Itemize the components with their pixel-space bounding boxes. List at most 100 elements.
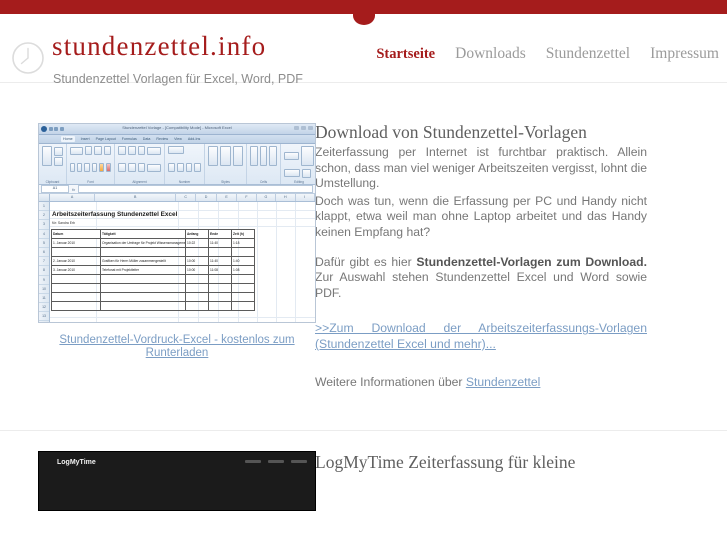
excel-worksheet-grid[interactable]: 1 2 3 4 5 6 7 8 9 10 11 12 13 Arbeitszei… (39, 202, 315, 322)
row-header-13: 13 (39, 312, 49, 322)
cell-taetigkeit: Telefonat mit Projektleiter (100, 265, 186, 275)
office-orb-icon (41, 125, 47, 132)
excel-tab-formulas: Formulas (121, 137, 137, 141)
align-bottom-icon (137, 146, 146, 155)
excel-cells-area[interactable]: Arbeitszeiterfassung Stundenzettel Excel… (50, 202, 315, 322)
table-header-ende: Ende (208, 229, 232, 239)
cell-datum: 3. Januar 2010 (51, 265, 101, 275)
excel-tab-review: Review (156, 137, 169, 141)
align-right-icon (137, 163, 146, 172)
image-caption-link[interactable]: Stundenzettel-Vordruck-Excel - kostenlos… (38, 334, 316, 360)
section-2-image-column: LogMyTime (0, 431, 316, 512)
cell-anfang: 10:00 (185, 256, 209, 266)
cell-zeit (231, 274, 255, 284)
column-header-c: C (176, 194, 197, 201)
cell-zeit (231, 301, 255, 311)
ribbon-group-cells-label: Cells (259, 180, 268, 184)
underline-icon (84, 163, 90, 172)
logmytime-screenshot-image[interactable]: LogMyTime (38, 451, 316, 512)
cell-taetigkeit (100, 274, 186, 284)
cell-datum (51, 274, 101, 284)
grid-line-h (50, 226, 315, 227)
row-header-4: 4 (39, 230, 49, 239)
shrink-font-icon (103, 146, 112, 155)
excel-formula-bar: A1 fx (39, 185, 315, 194)
excel-ribbon-tabs: Home Insert Page Layout Formulas Data Re… (39, 135, 315, 144)
table-row: 1. Januar 2010 Organisation der Umfrage … (51, 238, 255, 248)
row-header-14: 14 (39, 321, 49, 322)
delete-cells-icon (259, 146, 268, 166)
align-center-icon (127, 163, 136, 172)
excel-quick-access-toolbar (41, 125, 64, 132)
ribbon-group-styles-label: Styles (221, 180, 230, 184)
align-top-icon (118, 146, 126, 155)
cell-zeit (231, 292, 255, 302)
para3-bold: Stundenzettel-Vorlagen zum Download. (416, 254, 647, 269)
row-header-2: 2 (39, 211, 49, 221)
cell-styles-icon (232, 146, 243, 166)
nav-item-startseite[interactable]: Startseite (376, 46, 435, 63)
autosum-icon (284, 152, 300, 160)
wrap-text-icon (147, 146, 161, 155)
cell-anfang: 10:22 (185, 238, 209, 248)
table-header-row: Datum Tätigkeit Anfang Ende Zeit (h) (51, 229, 255, 239)
align-middle-icon (127, 146, 136, 155)
download-vorlagen-link[interactable]: >>Zum Download der Arbeitszeiterfassungs… (315, 321, 647, 351)
grid-line-v (295, 202, 296, 322)
nav-placeholder-icon (245, 460, 261, 464)
ribbon-group-font: Font (67, 144, 115, 184)
excel-timesheet-table: Datum Tätigkeit Anfang Ende Zeit (h) 1. … (51, 229, 255, 311)
grid-line-h (50, 218, 315, 219)
cell-ende: 11:40 (208, 256, 232, 266)
excel-name-box: A1 (41, 185, 69, 193)
cell-datum (51, 283, 101, 293)
table-header-anfang: Anfang (185, 229, 209, 239)
table-row (51, 292, 255, 302)
redo-icon (59, 126, 64, 131)
stundenzettel-link[interactable]: Stundenzettel (466, 375, 541, 389)
select-all-corner (39, 194, 50, 201)
row-header-10: 10 (39, 285, 49, 294)
nav-item-stundenzettel[interactable]: Stundenzettel (546, 45, 630, 63)
excel-tab-home: Home (61, 136, 75, 142)
section-1-paragraph-2: Doch was tun, wenn die Erfassung per PC … (315, 193, 647, 239)
grid-line-v (276, 202, 277, 322)
excel-tab-data: Data (142, 137, 151, 141)
ribbon-group-clipboard-label: Clipboard (45, 180, 60, 184)
excel-ribbon: Clipboard Font Alignment Number Styles C… (39, 144, 315, 185)
row-header-8: 8 (39, 266, 49, 276)
para3-suffix: Zur Auswahl stehen Stundenzettel Excel u… (315, 270, 647, 300)
conditional-formatting-icon (208, 146, 219, 166)
cell-taetigkeit (100, 292, 186, 302)
row-header-11: 11 (39, 294, 49, 304)
more-info-prefix: Weitere Informationen über (315, 374, 466, 389)
row-header-9: 9 (39, 276, 49, 285)
number-format-box (168, 146, 184, 154)
more-info-paragraph: Weitere Informationen über Stundenzettel (315, 375, 647, 391)
cell-zeit: 1:08 (231, 265, 255, 275)
section-2-text-column: LogMyTime Zeiterfassung für kleine (300, 431, 689, 511)
column-header-i: I (296, 194, 315, 201)
row-header-3: 3 (39, 220, 49, 230)
cell-taetigkeit: Grafiken für Herrn Müller zusammengestel… (100, 256, 186, 266)
table-row: 3. Januar 2010 Telefonat mit Projektleit… (51, 265, 255, 275)
borders-icon (91, 163, 97, 172)
grow-font-icon (94, 146, 102, 155)
table-row (51, 301, 255, 311)
site-logo-text[interactable]: stundenzettel.info (52, 31, 266, 62)
excel-thumbnail-wrapper[interactable]: Stundenzettel Vorlage - [Compatibility M… (38, 123, 316, 360)
cell-zeit (231, 283, 255, 293)
section-1-text-column: Download von Stundenzettel-Vorlagen Zeit… (300, 83, 689, 390)
nav-item-downloads[interactable]: Downloads (455, 45, 526, 63)
cell-anfang (185, 274, 209, 284)
table-header-zeit: Zeit (h) (231, 229, 255, 239)
cell-zeit: 1:40 (231, 256, 255, 266)
minimize-icon (294, 126, 299, 130)
excel-tab-insert: Insert (80, 137, 90, 141)
maximize-icon (301, 126, 306, 130)
row-header-12: 12 (39, 303, 49, 313)
excel-screenshot-image[interactable]: Stundenzettel Vorlage - [Compatibility M… (38, 123, 316, 323)
nav-item-impressum[interactable]: Impressum (650, 45, 719, 63)
cell-taetigkeit (100, 283, 186, 293)
section-1-title: Download von Stundenzettel-Vorlagen (315, 122, 587, 142)
